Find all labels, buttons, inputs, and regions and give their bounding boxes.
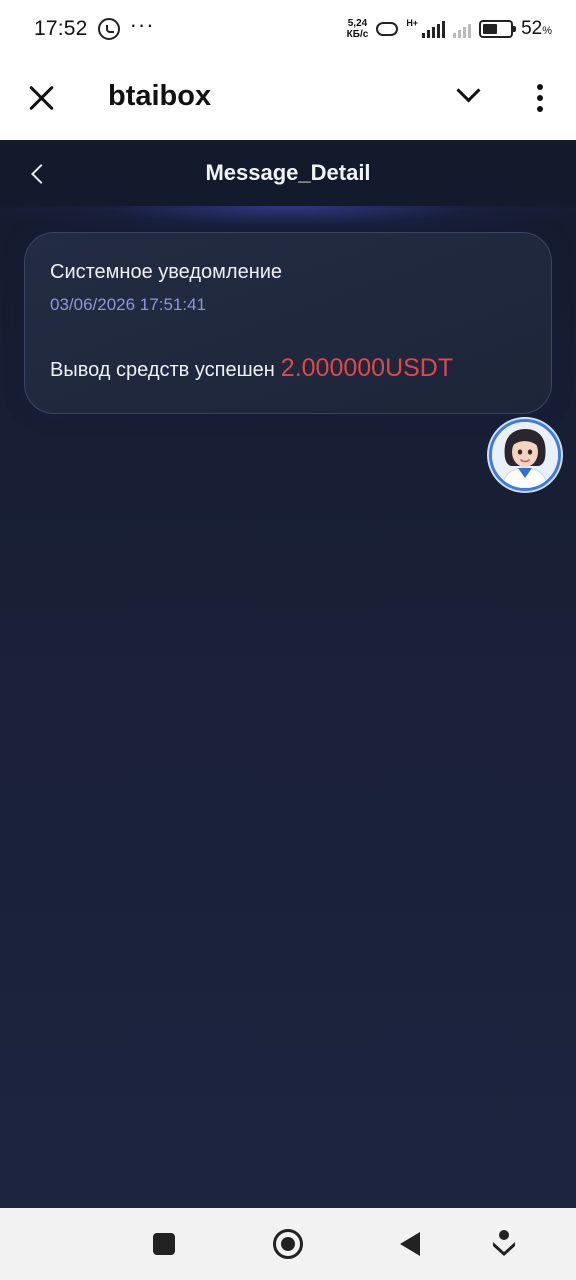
nav-home-icon[interactable] — [273, 1229, 303, 1259]
more-vertical-icon[interactable] — [532, 84, 548, 112]
battery-icon — [479, 20, 517, 38]
nav-back-icon[interactable] — [400, 1232, 420, 1256]
whatsapp-icon — [97, 18, 120, 40]
support-avatar-icon — [492, 422, 558, 488]
hotspot-link-icon — [376, 22, 399, 36]
status-bar: 17:52 ··· 5,24 КБ/с H+ 52% — [0, 0, 576, 58]
signal-icon — [422, 20, 446, 38]
status-left: 17:52 ··· — [34, 12, 155, 41]
battery-percent: 52% — [521, 18, 552, 39]
network-speed-value: 5,24 — [347, 18, 368, 29]
app-header: Message_Detail — [0, 140, 576, 208]
app-content: Message_Detail Системное уведомление 03/… — [0, 140, 576, 1208]
message-body: Вывод средств успешен 2.000000USDT — [50, 354, 453, 383]
message-text: Вывод средств успешен — [50, 359, 275, 381]
close-icon[interactable] — [28, 84, 56, 112]
nav-recents-icon[interactable] — [153, 1233, 175, 1255]
status-right: 5,24 КБ/с H+ 52% — [347, 18, 552, 40]
browser-title: btaibox — [108, 80, 212, 112]
nav-assist-icon[interactable] — [491, 1228, 517, 1260]
message-amount: 2.000000USDT — [280, 354, 454, 382]
message-card: Системное уведомление 03/06/2026 17:51:4… — [24, 232, 552, 414]
chevron-down-icon[interactable] — [456, 86, 482, 104]
message-title: Системное уведомление — [50, 261, 283, 283]
signal-sim2-icon — [453, 20, 472, 38]
network-type: H+ — [406, 18, 419, 28]
status-time: 17:52 — [34, 17, 88, 40]
page-title: Message_Detail — [205, 160, 371, 185]
more-notifications-icon: ··· — [129, 12, 155, 37]
browser-header: btaibox — [0, 58, 576, 140]
message-date: 03/06/2026 17:51:41 — [50, 295, 206, 314]
network-speed-unit: КБ/с — [346, 29, 369, 40]
support-avatar[interactable] — [489, 419, 561, 491]
system-nav-bar — [0, 1208, 576, 1280]
network-speed: 5,24 КБ/с — [347, 18, 369, 40]
